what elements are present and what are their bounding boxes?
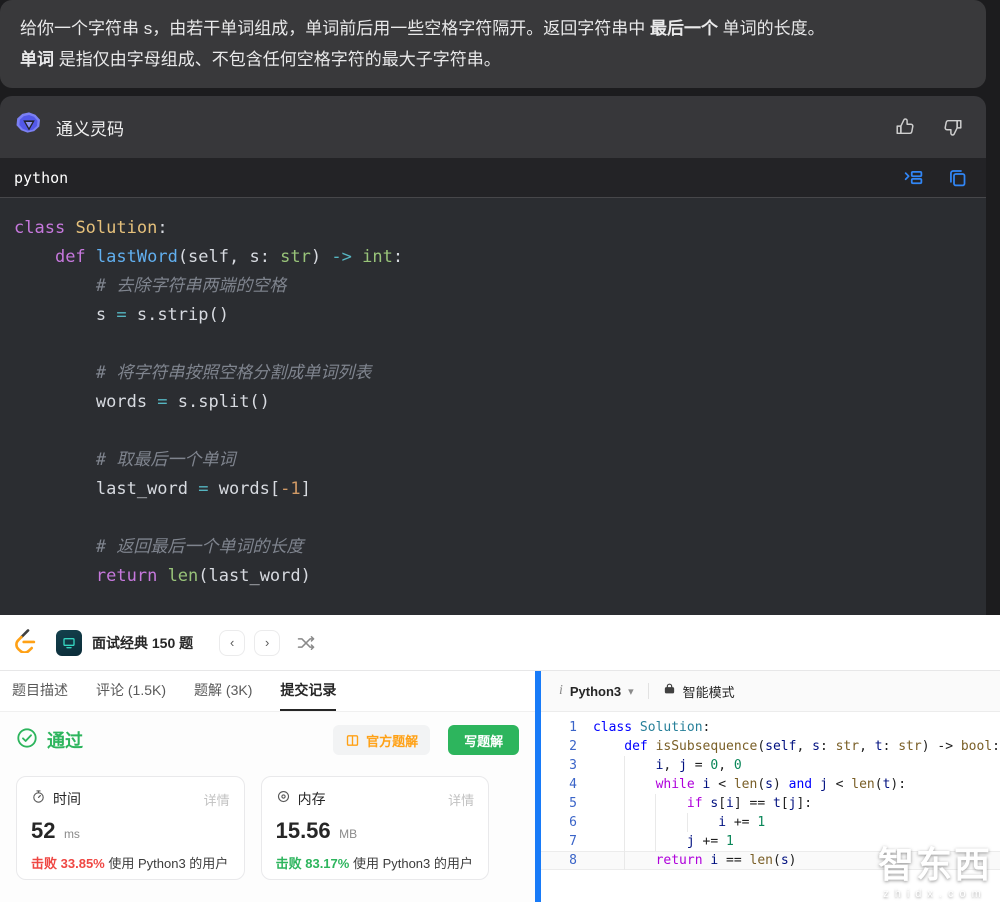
language-info-icon: i bbox=[559, 683, 563, 699]
tab-solutions[interactable]: 题解 (3K) bbox=[194, 671, 252, 711]
header-divider bbox=[648, 683, 649, 699]
assistant-header: 通义灵码 bbox=[0, 96, 986, 158]
editor-lines[interactable]: 1class Solution:2 def isSubsequence(self… bbox=[541, 712, 1000, 902]
chat-panel: 给你一个字符串 s，由若干单词组成，单词前后用一些空格字符隔开。返回字符串中 最… bbox=[0, 0, 1000, 615]
indent-guide bbox=[624, 756, 625, 870]
status-accepted: 通过 bbox=[47, 727, 83, 753]
memory-value: 15.56 bbox=[276, 818, 331, 843]
leetcode-logo-icon[interactable] bbox=[12, 627, 38, 658]
plan-title[interactable]: 面试经典 150 题 bbox=[92, 633, 193, 653]
runtime-title: 时间 bbox=[53, 789, 81, 809]
copy-code-icon[interactable] bbox=[944, 165, 970, 191]
stopwatch-icon bbox=[31, 789, 46, 809]
assistant-title: 通义灵码 bbox=[56, 115, 124, 140]
thumbs-down-icon[interactable] bbox=[940, 114, 966, 140]
write-solution-button[interactable]: 写题解 bbox=[448, 725, 519, 755]
insert-code-icon[interactable] bbox=[900, 165, 926, 191]
indent-guide bbox=[687, 813, 688, 832]
language-selector[interactable]: Python3 bbox=[570, 684, 621, 699]
editor-panel: i Python3 ▾ 智能模式 1cla bbox=[541, 671, 1000, 902]
runtime-beat: 击败 33.85% 使用 Python3 的用户 bbox=[31, 853, 230, 872]
smart-mode-label[interactable]: 智能模式 bbox=[683, 682, 735, 701]
memory-icon bbox=[276, 789, 291, 809]
leetcode-body: 题目描述 评论 (1.5K) 题解 (3K) 提交记录 通过 bbox=[0, 671, 1000, 902]
submission-panel: 题目描述 评论 (1.5K) 题解 (3K) 提交记录 通过 bbox=[0, 671, 535, 902]
problem-description: 给你一个字符串 s，由若干单词组成，单词前后用一些空格字符隔开。返回字符串中 最… bbox=[0, 0, 986, 88]
screen: 给你一个字符串 s，由若干单词组成，单词前后用一些空格字符隔开。返回字符串中 最… bbox=[0, 0, 1000, 902]
book-icon bbox=[345, 733, 360, 748]
runtime-unit: ms bbox=[64, 827, 80, 841]
memory-unit: MB bbox=[339, 827, 357, 841]
thumbs-up-icon[interactable] bbox=[892, 114, 918, 140]
tab-comments[interactable]: 评论 (1.5K) bbox=[96, 671, 166, 711]
code-block-toolbar: python bbox=[0, 158, 986, 198]
memory-card: 内存 详情 15.56 MB 击败 83.17% 使用 bbox=[261, 776, 490, 880]
assistant-message-card: 通义灵码 python bbox=[0, 96, 986, 615]
tab-description[interactable]: 题目描述 bbox=[12, 671, 68, 711]
tab-submissions[interactable]: 提交记录 bbox=[280, 671, 336, 711]
runtime-card: 时间 详情 52 ms 击败 33.85% 使用 Py bbox=[16, 776, 245, 880]
leetcode-header: 面试经典 150 题 ‹ › bbox=[0, 615, 1000, 671]
chevron-down-icon[interactable]: ▾ bbox=[628, 685, 634, 698]
submission-result: 通过 官方题解 写题解 bbox=[0, 712, 535, 902]
runtime-value: 52 bbox=[31, 818, 55, 843]
assistant-code-block: class Solution: def lastWord(self, s: st… bbox=[0, 198, 986, 615]
official-solution-button[interactable]: 官方题解 bbox=[333, 725, 430, 755]
memory-beat: 击败 83.17% 使用 Python3 的用户 bbox=[276, 853, 475, 872]
shuffle-icon[interactable] bbox=[296, 633, 316, 653]
code-language-label: python bbox=[14, 169, 68, 187]
study-plan-icon[interactable] bbox=[56, 630, 82, 656]
tongyi-lingma-logo-icon bbox=[14, 110, 44, 145]
indent-guide bbox=[655, 794, 656, 851]
runtime-detail-link[interactable]: 详情 bbox=[204, 790, 230, 809]
leetcode-panel: 面试经典 150 题 ‹ › 题目描述 评论 (1.5K) 题解 (3K) 提交… bbox=[0, 615, 1000, 902]
tab-bar: 题目描述 评论 (1.5K) 题解 (3K) 提交记录 bbox=[0, 671, 535, 712]
memory-title: 内存 bbox=[298, 789, 326, 809]
next-problem-button[interactable]: › bbox=[254, 630, 280, 656]
prev-problem-button[interactable]: ‹ bbox=[219, 630, 245, 656]
editor-header: i Python3 ▾ 智能模式 bbox=[541, 671, 1000, 712]
lock-icon bbox=[663, 682, 676, 700]
check-circle-icon bbox=[16, 727, 38, 754]
stats-cards: 时间 详情 52 ms 击败 33.85% 使用 Py bbox=[16, 776, 519, 880]
memory-detail-link[interactable]: 详情 bbox=[448, 790, 474, 809]
